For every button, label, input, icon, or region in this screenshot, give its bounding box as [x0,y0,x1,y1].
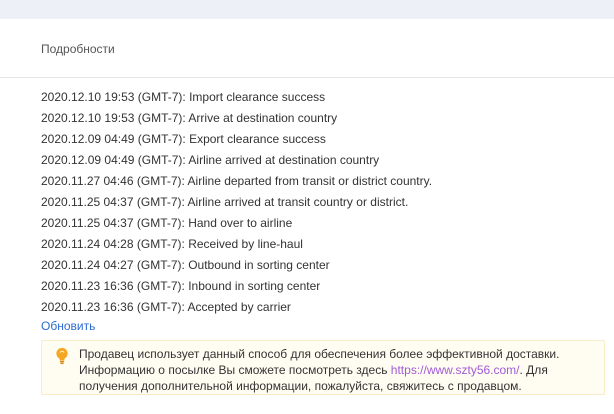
tracking-event: 2020.12.10 19:53 (GMT-7): Arrive at dest… [41,111,338,125]
tracking-event: 2020.11.24 04:28 (GMT-7): Received by li… [41,237,303,251]
tracking-event: 2020.12.09 04:49 (GMT-7): Airline arrive… [41,153,380,167]
tracking-events-list: 2020.12.10 19:53 (GMT-7): Import clearan… [41,90,432,321]
tracking-event: 2020.11.27 04:46 (GMT-7): Airline depart… [41,174,433,188]
details-title: Подробности [41,42,115,56]
tracking-event: 2020.11.24 04:27 (GMT-7): Outbound in so… [41,258,330,272]
top-strip [0,0,614,19]
notice-text: Продавец использует данный способ для об… [79,346,601,394]
refresh-link[interactable]: Обновить [41,319,95,333]
tracking-event: 2020.11.25 04:37 (GMT-7): Hand over to a… [41,216,293,230]
tracking-site-link[interactable]: https://www.szty56.com/ [391,363,520,377]
tracking-event: 2020.11.23 16:36 (GMT-7): Inbound in sor… [41,279,321,293]
tracking-event: 2020.11.23 16:36 (GMT-7): Accepted by ca… [41,300,291,314]
tracking-event: 2020.11.25 04:37 (GMT-7): Airline arrive… [41,195,409,209]
tracking-event: 2020.12.09 04:49 (GMT-7): Export clearan… [41,132,326,146]
seller-notice: Продавец использует данный способ для об… [41,340,605,395]
divider [0,77,614,78]
lightbulb-icon [55,347,69,365]
tracking-event: 2020.12.10 19:53 (GMT-7): Import clearan… [41,90,326,104]
